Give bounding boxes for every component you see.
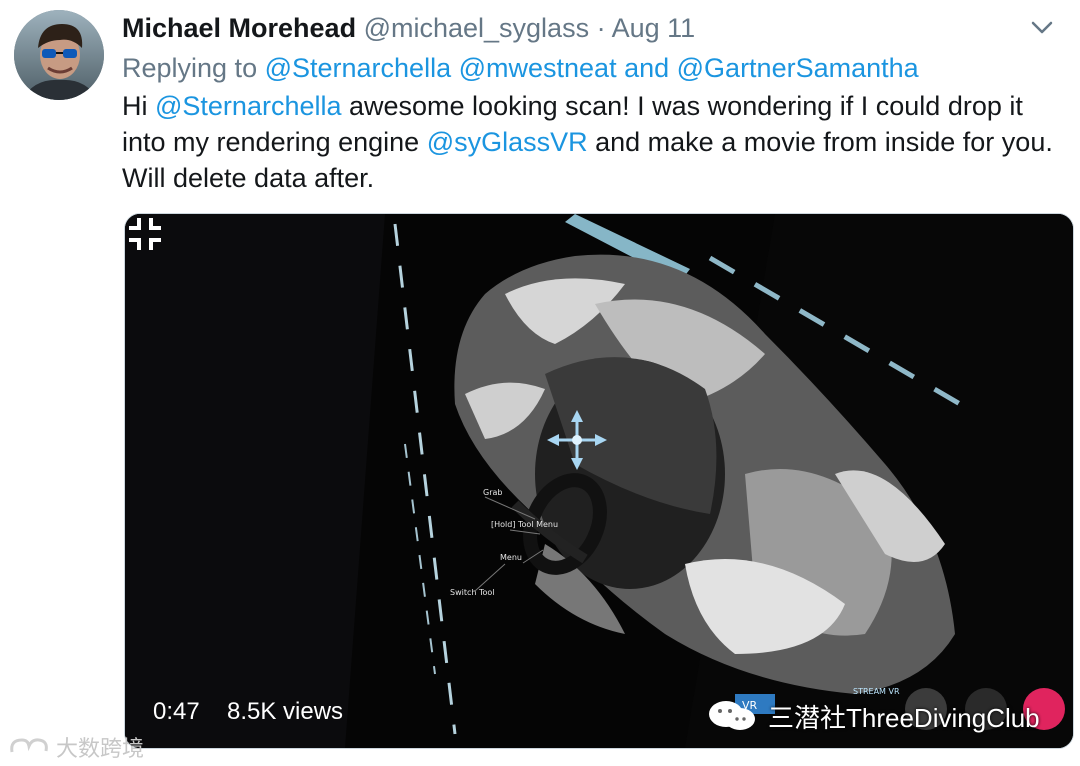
stream-vr-label: STREAM VR — [853, 687, 900, 696]
replying-prefix: Replying to — [122, 53, 265, 83]
video-frame: Grab [Hold] Tool Menu Menu Switch Tool S… — [125, 214, 1073, 748]
chevron-down-icon[interactable] — [1028, 14, 1056, 42]
chat-bubbles-icon — [709, 701, 755, 730]
reply-mention-gartnersamantha[interactable]: @GartnerSamantha — [677, 53, 919, 83]
author-avatar[interactable] — [14, 10, 104, 100]
switch-tool-label: Switch Tool — [450, 588, 495, 597]
bottom-watermark: 大数跨境 — [8, 732, 144, 762]
menu-label: Menu — [500, 553, 522, 562]
tool-menu-label: [Hold] Tool Menu — [491, 520, 558, 529]
tweet-mention-sternarchella[interactable]: @Sternarchella — [155, 91, 342, 121]
author-handle[interactable]: @michael_syglass — [364, 13, 590, 43]
bottom-watermark-text: 大数跨境 — [56, 736, 145, 761]
video-duration: 0:47 — [153, 698, 200, 725]
replying-to-line: Replying to @Sternarchella @mwestneat an… — [122, 50, 919, 86]
tweet-text: Hi @Sternarchella awesome looking scan! … — [122, 88, 1062, 196]
tweet-mention-syglassvr[interactable]: @syGlassVR — [427, 127, 588, 157]
video-player[interactable]: Grab [Hold] Tool Menu Menu Switch Tool S… — [124, 213, 1074, 749]
channel-watermark: 三潜社ThreeDivingClub — [706, 696, 1040, 736]
tweet-date[interactable]: Aug 11 — [612, 13, 696, 43]
header-separator: · — [596, 13, 606, 43]
logo-icon — [10, 738, 48, 753]
tweet-text-part: Hi — [122, 91, 155, 121]
video-view-count: 8.5K views — [227, 698, 344, 725]
reply-and[interactable]: and — [617, 53, 677, 83]
reply-mention-mwestneat[interactable]: @mwestneat — [459, 53, 617, 83]
reply-mention-sternarchella[interactable]: @Sternarchella — [265, 53, 452, 83]
tweet-header: Michael Morehead @michael_syglass · Aug … — [122, 10, 1060, 46]
grab-label: Grab — [483, 488, 502, 497]
channel-name: 三潜社ThreeDivingClub — [768, 702, 1040, 733]
collapse-icon[interactable] — [125, 214, 165, 254]
avatar-image — [14, 10, 104, 100]
author-name[interactable]: Michael Morehead — [122, 13, 356, 43]
